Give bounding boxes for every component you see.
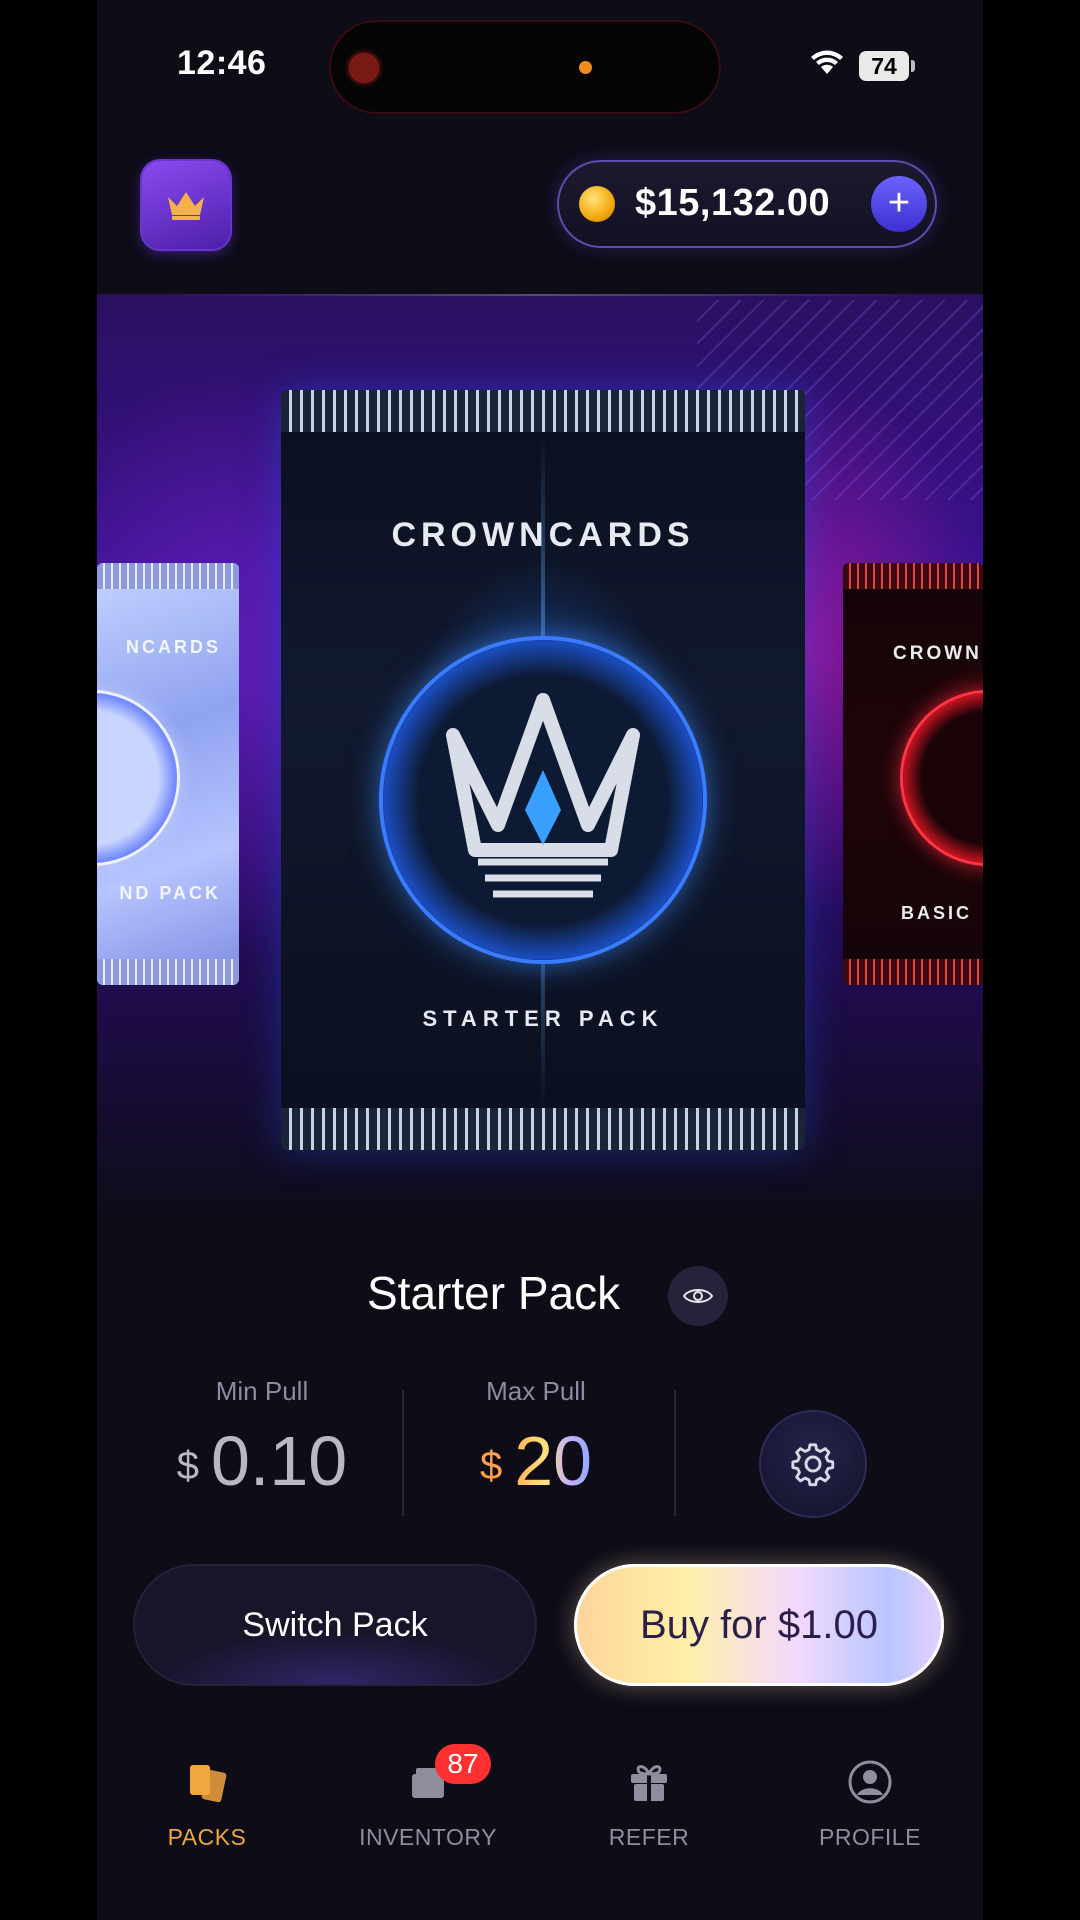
crown-menu-button[interactable] [142, 161, 230, 249]
currency-symbol: $ [176, 1444, 199, 1489]
balance-pill: $15,132.00 + [557, 160, 937, 248]
pack-name: STARTER PACK [422, 1006, 664, 1031]
tab-label: INVENTORY [359, 1824, 497, 1850]
tab-icon-wrap [338, 1756, 518, 1808]
tab-icon-wrap [780, 1756, 960, 1808]
min-pull-label: Min Pull [215, 1376, 309, 1406]
pack-crimp [281, 1108, 805, 1150]
tab-refer[interactable]: REFER [559, 1756, 739, 1851]
pack-card-previous[interactable]: NCARDS ND PACK [97, 563, 239, 985]
currency-symbol: $ [479, 1444, 503, 1489]
status-time: 12:46 [177, 44, 267, 82]
add-funds-button[interactable]: + [871, 176, 927, 232]
tab-icon-wrap [559, 1756, 739, 1808]
balance-amount: $15,132.00 [635, 182, 831, 224]
switch-pack-button[interactable]: Switch Pack [133, 1564, 537, 1686]
stat-divider [674, 1390, 676, 1516]
divider [159, 294, 919, 296]
stat-divider [402, 1390, 404, 1516]
pack-crimp [97, 563, 239, 589]
pack-crimp [281, 390, 805, 432]
crown-logo-icon [446, 693, 640, 898]
tab-packs[interactable]: PACKS [117, 1756, 297, 1851]
crown-emblem-icon [903, 693, 983, 863]
gear-icon [791, 1443, 835, 1487]
pack-name: BASIC [901, 903, 973, 923]
tab-label: REFER [608, 1824, 690, 1850]
crown-emblem-icon [97, 693, 177, 863]
cards-icon [190, 1765, 227, 1803]
pack-title: Starter Pack [367, 1267, 621, 1319]
coin-icon [579, 186, 615, 222]
pack-card-next[interactable]: CROWN BASIC [843, 563, 983, 985]
app-screen: 12:46 74 $15,132.00 + NCARDS ND PACK CRO… [97, 0, 983, 1920]
pack-name: ND PACK [119, 883, 221, 903]
max-pull-label: Max Pull [486, 1376, 586, 1406]
tab-label: PROFILE [819, 1824, 921, 1850]
tab-icon-wrap [117, 1756, 297, 1808]
dynamic-island [329, 20, 721, 114]
max-pull-stat: Max Pull $20 [426, 1376, 646, 1501]
pack-crimp [843, 959, 983, 985]
tab-profile[interactable]: PROFILE [780, 1756, 960, 1851]
pack-card-selected[interactable]: CROWNCARDS STARTER PACK [281, 390, 805, 1150]
wifi-icon [811, 50, 843, 74]
pack-brand: NCARDS [125, 637, 221, 657]
max-pull-value: $20 [426, 1421, 646, 1501]
tab-label: PACKS [167, 1824, 247, 1850]
preview-pack-button[interactable] [668, 1266, 728, 1326]
mic-indicator-icon [579, 61, 592, 74]
pack-brand: CROWNCARDS [391, 516, 695, 554]
crown-icon [168, 192, 204, 220]
tab-inventory[interactable]: 87 INVENTORY [338, 1744, 518, 1851]
gift-icon [631, 1765, 667, 1801]
battery-indicator: 74 [859, 51, 915, 81]
pack-brand: CROWN [893, 643, 982, 664]
min-pull-amount: 0.10 [211, 1422, 348, 1500]
max-pull-amount: 20 [514, 1422, 593, 1500]
min-pull-stat: Min Pull $0.10 [152, 1376, 372, 1501]
pack-crimp [843, 563, 983, 589]
buy-pack-button[interactable]: Buy for $1.00 [574, 1564, 944, 1686]
pack-crimp [97, 959, 239, 985]
inventory-count-badge: 87 [435, 1744, 491, 1784]
recording-indicator-icon [349, 53, 379, 83]
min-pull-value: $0.10 [152, 1421, 372, 1501]
pack-settings-button[interactable] [759, 1410, 867, 1518]
eye-icon [683, 1289, 713, 1303]
crown-emblem-icon [383, 640, 703, 960]
user-icon [848, 1760, 892, 1804]
